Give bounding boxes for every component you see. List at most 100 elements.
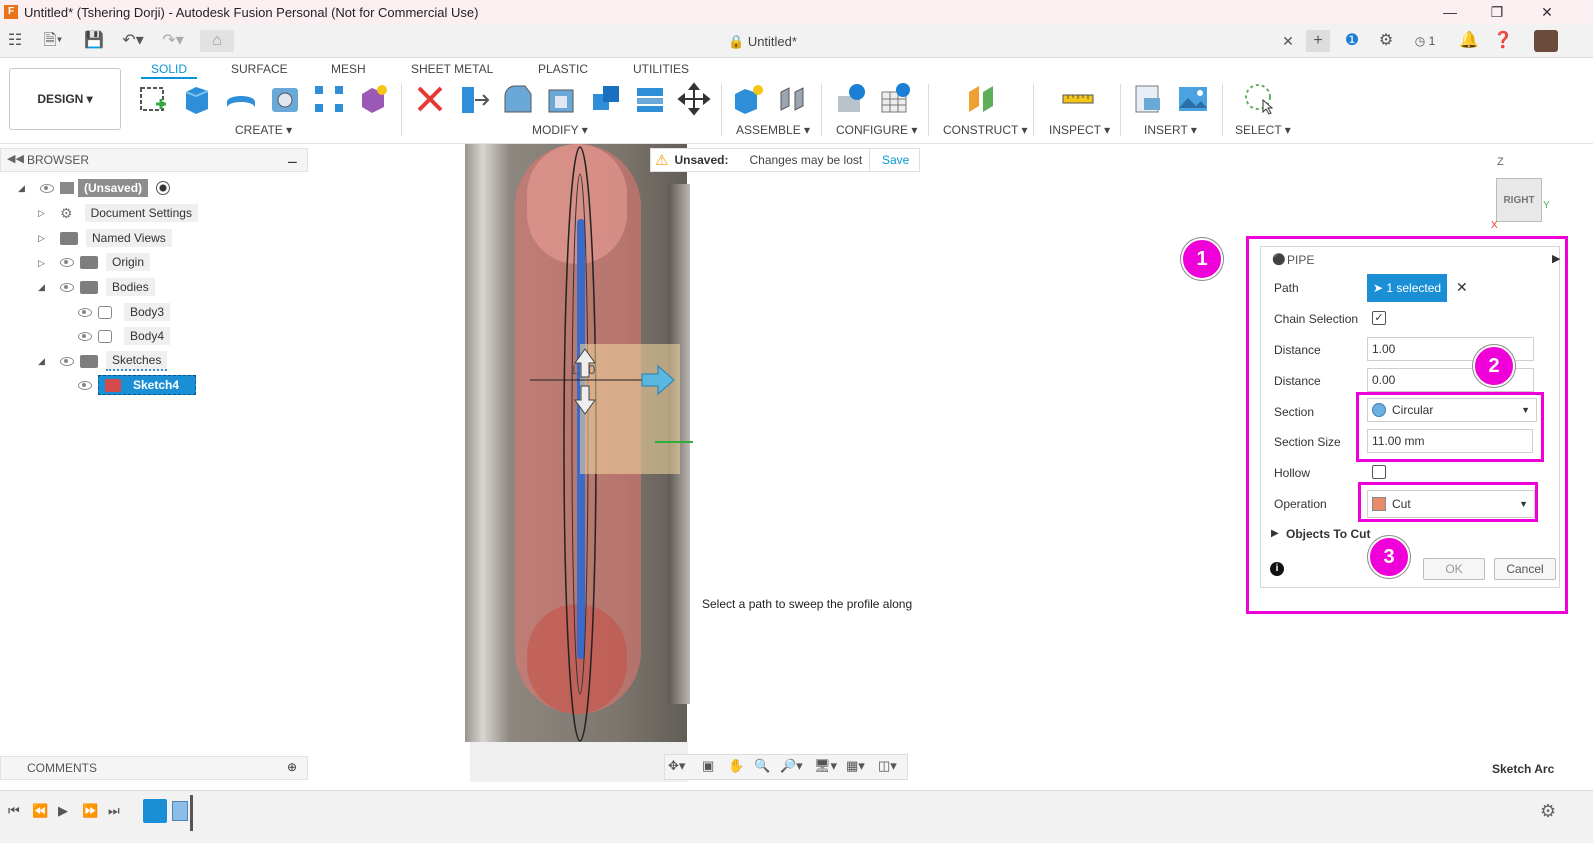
save-link[interactable]: Save — [882, 153, 909, 167]
form-icon[interactable] — [356, 82, 390, 116]
orbit-icon[interactable]: ✥▾ — [668, 758, 685, 774]
timeline-settings-gear-icon[interactable]: ⚙ — [1540, 801, 1556, 822]
visibility-eye-icon[interactable] — [78, 307, 92, 317]
extrude-icon[interactable] — [180, 82, 214, 116]
extensions-icon[interactable]: ❶ — [1340, 30, 1364, 52]
timeline-sketch-feature[interactable] — [143, 799, 167, 823]
home-icon[interactable]: ⌂ — [200, 30, 234, 52]
visibility-eye-icon[interactable] — [40, 183, 54, 193]
visibility-eye-icon[interactable] — [60, 282, 74, 292]
job-status-icon[interactable]: ⚙ — [1374, 30, 1398, 52]
browser-root[interactable]: (Unsaved) — [40, 178, 171, 198]
save-icon[interactable]: 💾 — [84, 30, 104, 52]
create-sketch-icon[interactable] — [136, 82, 170, 116]
modify-menu[interactable]: MODIFY ▾ — [532, 123, 588, 137]
tab-plastic[interactable]: PLASTIC — [538, 62, 588, 76]
go-to-end-icon[interactable]: ⏭ — [108, 803, 120, 819]
browser-item-named-views[interactable]: Named Views — [60, 228, 172, 248]
shell-icon[interactable] — [545, 82, 579, 116]
browser-item-body4[interactable]: Body4 — [78, 326, 171, 346]
press-pull-icon[interactable] — [457, 82, 491, 116]
tab-utilities[interactable]: UTILITIES — [633, 62, 689, 76]
step-forward-icon[interactable]: ⏩ — [82, 803, 98, 819]
browser-item-bodies[interactable]: Bodies — [60, 277, 155, 297]
insert-derive-icon[interactable] — [1132, 82, 1166, 116]
tab-mesh[interactable]: MESH — [331, 62, 366, 76]
history-icon[interactable]: ◷ 1 — [1408, 30, 1442, 52]
browser-item-document-settings[interactable]: ⚙ Document Settings — [60, 203, 198, 223]
new-component-icon[interactable] — [731, 82, 765, 116]
close-icon[interactable]: ✕ — [1524, 0, 1570, 24]
offset-plane-icon[interactable] — [965, 82, 999, 116]
notifications-bell-icon[interactable]: 🔔 — [1458, 30, 1480, 52]
timeline-marker[interactable] — [190, 795, 193, 831]
browser-item-sketch4[interactable]: Sketch4 — [78, 375, 197, 395]
expand-icon[interactable]: ▷ — [38, 258, 45, 269]
play-icon[interactable]: ▶ — [58, 803, 68, 819]
add-comment-icon[interactable]: ⊕ — [287, 760, 297, 774]
select-icon[interactable] — [1243, 82, 1277, 116]
visibility-eye-icon[interactable] — [78, 380, 92, 390]
look-at-icon[interactable]: ▣ — [702, 758, 714, 774]
viewports-icon[interactable]: ◫▾ — [878, 758, 897, 774]
construct-menu[interactable]: CONSTRUCT ▾ — [943, 123, 1027, 137]
model-viewport[interactable]: 1.00 — [440, 144, 740, 784]
measure-icon[interactable] — [1061, 82, 1095, 116]
pattern-icon[interactable] — [312, 82, 346, 116]
workspace-switcher[interactable]: DESIGN ▾ — [9, 68, 121, 130]
expand-icon[interactable]: ▷ — [38, 233, 45, 244]
tab-solid[interactable]: SOLID — [140, 62, 198, 79]
restore-icon[interactable]: ❐ — [1474, 0, 1520, 24]
insert-menu[interactable]: INSERT ▾ — [1144, 123, 1197, 137]
zoom-icon[interactable]: 🔍 — [754, 758, 770, 774]
viewcube-face-right[interactable]: RIGHT — [1496, 178, 1542, 222]
minimize-icon[interactable]: — — [1427, 0, 1473, 24]
collapse-icon[interactable]: ◢ — [38, 356, 45, 367]
assemble-menu[interactable]: ASSEMBLE ▾ — [736, 123, 810, 137]
fillet-icon[interactable] — [501, 82, 535, 116]
tab-surface[interactable]: SURFACE — [231, 62, 288, 76]
display-settings-icon[interactable]: 🖥▾ — [814, 758, 837, 774]
expand-root-icon[interactable]: ◢ — [18, 183, 25, 194]
joint-icon[interactable] — [775, 82, 809, 116]
delete-icon[interactable] — [413, 82, 447, 116]
help-icon[interactable]: ❓ — [1492, 30, 1514, 52]
collapse-icon[interactable]: ◢ — [38, 282, 45, 293]
browser-item-body3[interactable]: Body3 — [78, 302, 171, 322]
browser-item-sketches[interactable]: Sketches — [60, 351, 168, 371]
step-back-icon[interactable]: ⏪ — [32, 803, 48, 819]
user-avatar[interactable] — [1534, 30, 1558, 52]
timeline-pipe-feature[interactable] — [172, 801, 188, 821]
revolve-icon[interactable] — [224, 82, 258, 116]
grid-settings-icon[interactable]: ▦▾ — [846, 758, 865, 774]
collapse-browser-icon[interactable]: ◀◀ — [7, 152, 24, 165]
pan-hand-icon[interactable]: ✋ — [728, 758, 744, 774]
fit-icon[interactable]: 🔎▾ — [780, 758, 803, 774]
close-tab-icon[interactable]: ✕ — [1279, 30, 1297, 52]
browser-item-origin[interactable]: Origin — [60, 252, 151, 272]
expand-icon[interactable]: ▷ — [38, 208, 45, 219]
combine-icon[interactable] — [589, 82, 623, 116]
tab-sheet-metal[interactable]: SHEET METAL — [411, 62, 493, 76]
new-tab-icon[interactable]: + — [1306, 30, 1330, 52]
app-grid-icon[interactable]: ☷ — [6, 30, 24, 52]
select-menu[interactable]: SELECT ▾ — [1235, 123, 1291, 137]
visibility-eye-icon[interactable] — [78, 331, 92, 341]
activate-radio-icon[interactable] — [156, 181, 171, 195]
redo-icon[interactable]: ↷▾ — [158, 30, 188, 52]
hole-icon[interactable] — [268, 82, 302, 116]
configure-table-icon[interactable] — [879, 82, 913, 116]
go-to-start-icon[interactable]: ⏮ — [8, 803, 20, 819]
file-menu-icon[interactable]: 🗎▾ — [38, 30, 68, 52]
insert-image-icon[interactable] — [1176, 82, 1210, 116]
undo-icon[interactable]: ↶▾ — [118, 30, 148, 52]
visibility-eye-icon[interactable] — [60, 257, 74, 267]
configure-menu[interactable]: CONFIGURE ▾ — [836, 123, 917, 137]
document-tab[interactable]: 🔒 Untitled* — [728, 34, 797, 50]
configure-icon[interactable] — [835, 82, 869, 116]
inspect-menu[interactable]: INSPECT ▾ — [1049, 123, 1110, 137]
split-body-icon[interactable] — [633, 82, 667, 116]
move-copy-icon[interactable] — [677, 82, 711, 116]
browser-pin-icon[interactable]: ⚊ — [287, 152, 298, 166]
create-menu[interactable]: CREATE ▾ — [235, 123, 292, 137]
